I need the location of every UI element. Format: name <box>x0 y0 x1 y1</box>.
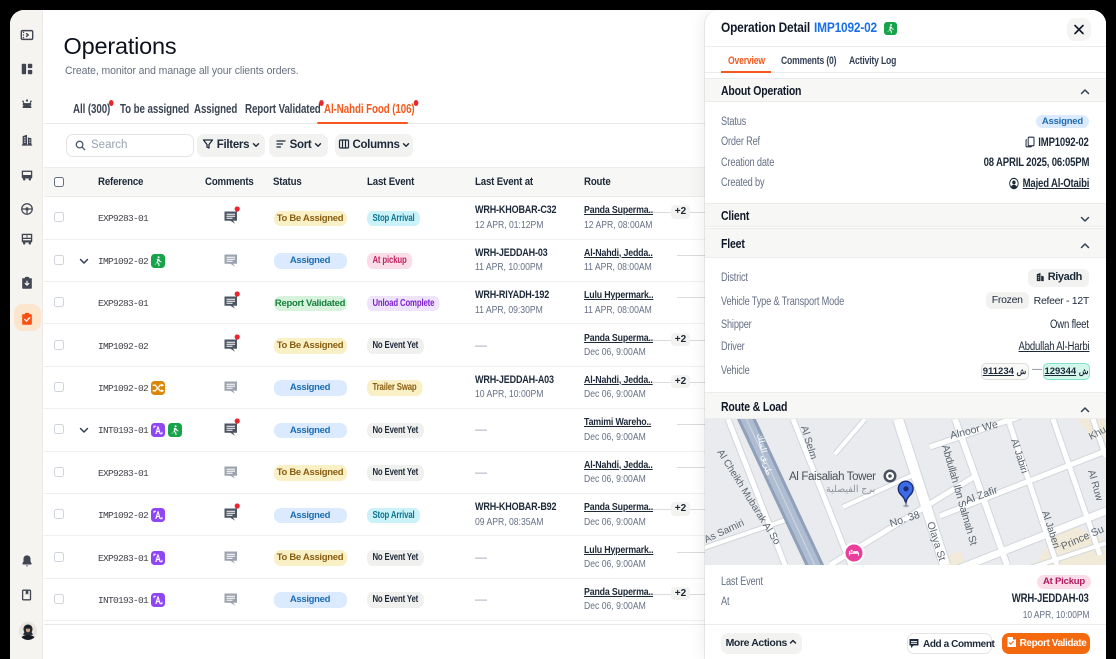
svg-text:Al Faisaliah Tower: Al Faisaliah Tower <box>789 471 876 483</box>
svg-text:برج الفيصلية: برج الفيصلية <box>826 484 875 495</box>
